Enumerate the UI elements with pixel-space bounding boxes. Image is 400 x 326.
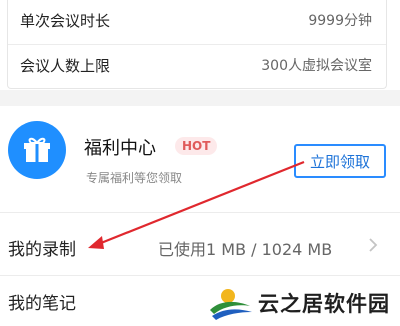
watermark-logo-icon bbox=[210, 289, 252, 320]
welfare-title: 福利中心 bbox=[84, 138, 156, 159]
welfare-subtitle: 专属福利等您领取 bbox=[86, 171, 183, 185]
gift-icon bbox=[8, 121, 66, 179]
watermark-text: 云之居软件园 bbox=[258, 292, 390, 316]
meeting-capacity-value: 300人虚拟会议室 bbox=[261, 58, 372, 74]
my-recordings-label: 我的录制 bbox=[8, 240, 76, 260]
welfare-center-card[interactable]: 福利中心 HOT 专属福利等您领取 立即领取 bbox=[0, 106, 400, 206]
my-recordings-row[interactable]: 我的录制 已使用1 MB / 1024 MB bbox=[0, 218, 400, 274]
chevron-right-icon bbox=[369, 238, 378, 252]
claim-now-button[interactable]: 立即领取 bbox=[294, 144, 386, 178]
single-meeting-duration-row: 单次会议时长 9999分钟 bbox=[8, 0, 386, 40]
watermark: 云之居软件园 bbox=[200, 278, 400, 326]
single-meeting-duration-label: 单次会议时长 bbox=[20, 11, 111, 30]
meeting-settings-card: 单次会议时长 9999分钟 会议人数上限 300人虚拟会议室 bbox=[7, 0, 387, 89]
divider bbox=[0, 212, 400, 213]
storage-usage-value: 已使用1 MB / 1024 MB bbox=[158, 240, 333, 259]
single-meeting-duration-value: 9999分钟 bbox=[308, 13, 372, 29]
meeting-capacity-label: 会议人数上限 bbox=[20, 56, 111, 75]
meeting-capacity-row: 会议人数上限 300人虚拟会议室 bbox=[8, 45, 386, 85]
section-gap bbox=[0, 90, 400, 106]
hot-badge: HOT bbox=[175, 137, 218, 155]
my-notes-label: 我的笔记 bbox=[8, 294, 76, 314]
